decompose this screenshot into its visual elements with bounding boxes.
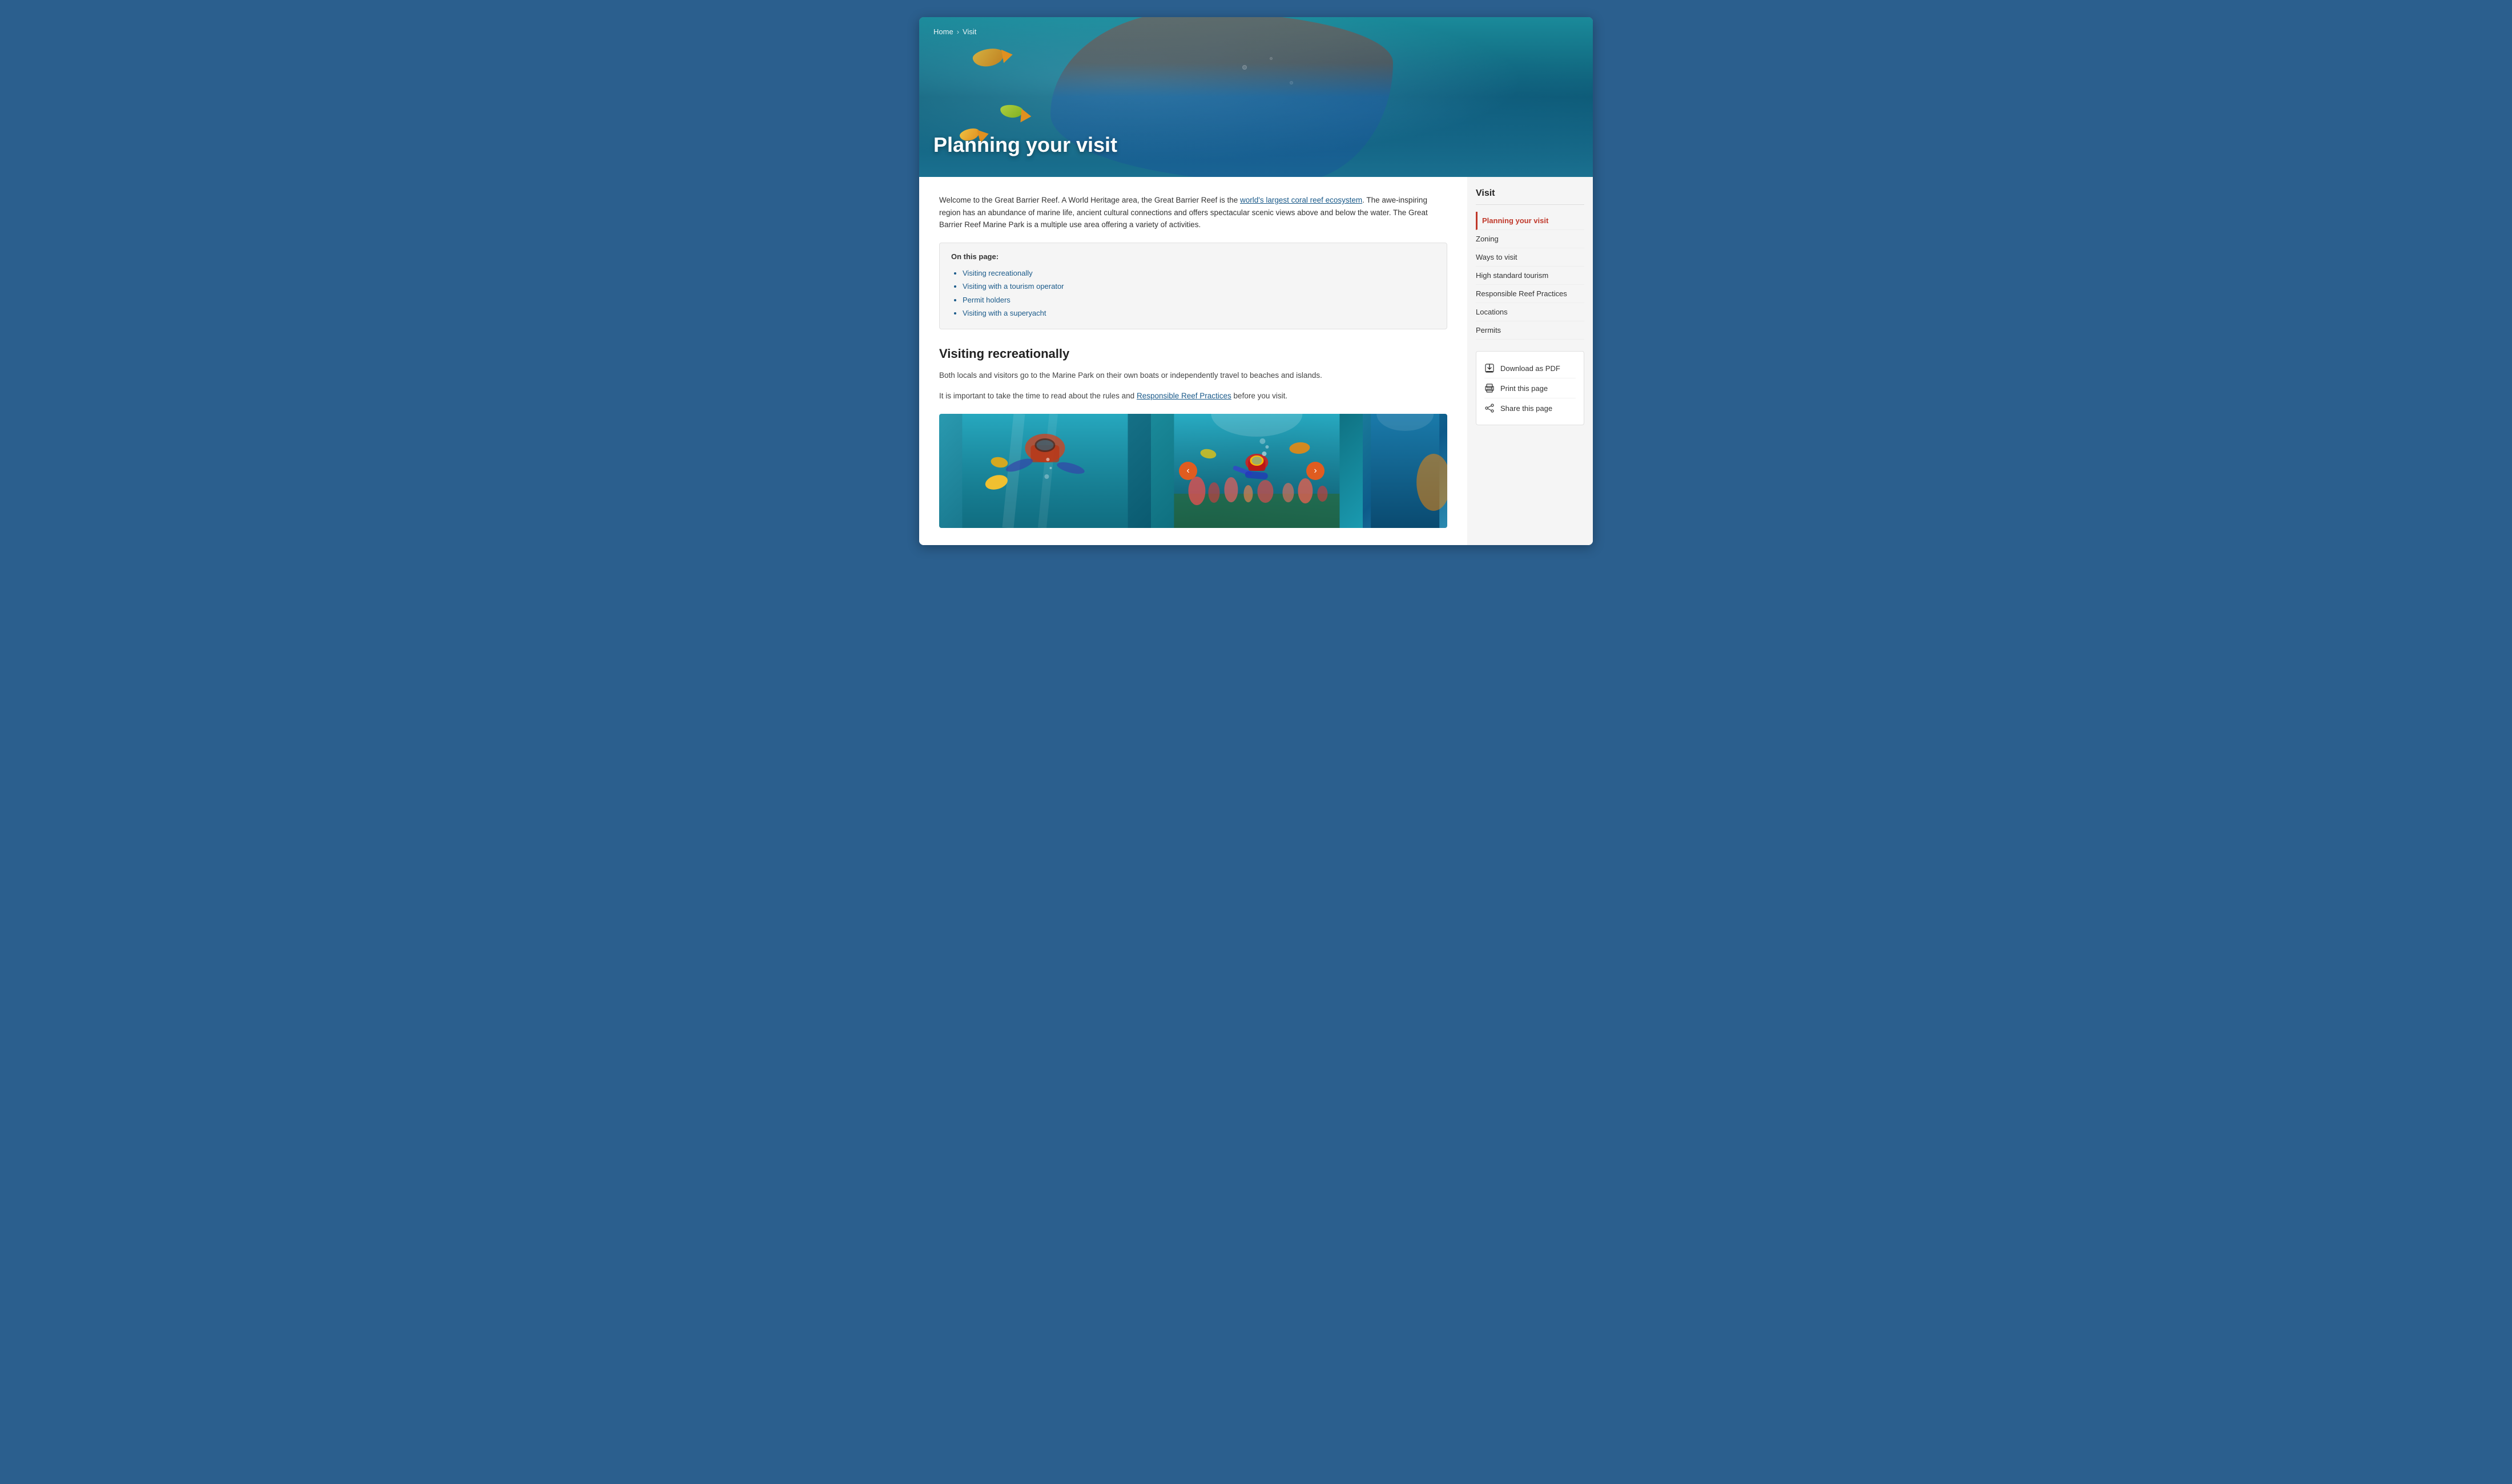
rrp-link[interactable]: Responsible Reef Practices — [1137, 392, 1231, 400]
sidebar-item-locations[interactable]: Locations — [1476, 303, 1584, 321]
gallery-svg-1 — [939, 414, 1151, 528]
sidebar-item-ways-to-visit[interactable]: Ways to visit — [1476, 248, 1584, 267]
sidebar-actions-box: Download as PDF Print this page — [1476, 351, 1584, 425]
print-page-label: Print this page — [1500, 384, 1548, 393]
on-page-link-1[interactable]: Visiting recreationally — [963, 269, 1033, 277]
on-page-item-1[interactable]: Visiting recreationally — [963, 267, 1435, 280]
print-icon — [1484, 383, 1495, 393]
on-page-list: Visiting recreationally Visiting with a … — [951, 267, 1435, 320]
print-page-action[interactable]: Print this page — [1484, 378, 1576, 398]
on-page-item-2[interactable]: Visiting with a tourism operator — [963, 280, 1435, 293]
bubble-2 — [1270, 57, 1273, 60]
rrp-text-1: It is important to take the time to read… — [939, 392, 1137, 400]
gallery-image-1 — [939, 414, 1151, 528]
hero-section: Home › Visit Planning your visit — [919, 17, 1593, 177]
image-gallery: ‹ — [939, 414, 1447, 528]
main-content: Welcome to the Great Barrier Reef. A Wor… — [919, 177, 1593, 545]
rrp-text-3: before you visit. — [1231, 392, 1287, 400]
download-pdf-action[interactable]: Download as PDF — [1484, 358, 1576, 378]
breadcrumb-current: Visit — [963, 27, 976, 36]
on-page-label: On this page: — [951, 252, 1435, 261]
on-page-link-3[interactable]: Permit holders — [963, 296, 1011, 304]
on-page-item-4[interactable]: Visiting with a superyacht — [963, 307, 1435, 320]
intro-text-1: Welcome to the Great Barrier Reef. A Wor… — [939, 196, 1240, 204]
breadcrumb-home-link[interactable]: Home — [933, 27, 953, 36]
sidebar-item-zoning[interactable]: Zoning — [1476, 230, 1584, 248]
gallery-next-button[interactable]: › — [1306, 462, 1325, 480]
on-page-box: On this page: Visiting recreationally Vi… — [939, 243, 1447, 330]
visiting-recreationally-heading: Visiting recreationally — [939, 346, 1447, 361]
visiting-recreationally-text-1: Both locals and visitors go to the Marin… — [939, 369, 1447, 382]
content-area: Welcome to the Great Barrier Reef. A Wor… — [919, 177, 1467, 545]
on-page-link-2[interactable]: Visiting with a tourism operator — [963, 282, 1064, 291]
on-page-link-4[interactable]: Visiting with a superyacht — [963, 309, 1046, 317]
download-pdf-label: Download as PDF — [1500, 364, 1560, 373]
share-icon — [1484, 403, 1495, 413]
breadcrumb-separator: › — [957, 27, 959, 36]
share-page-label: Share this page — [1500, 404, 1552, 413]
breadcrumb: Home › Visit — [933, 27, 976, 36]
page-wrapper: Home › Visit Planning your visit Welcome… — [919, 17, 1593, 545]
visiting-recreationally-text-2: It is important to take the time to read… — [939, 390, 1447, 402]
sidebar-item-permits[interactable]: Permits — [1476, 321, 1584, 340]
gallery-prev-button[interactable]: ‹ — [1179, 462, 1197, 480]
gallery-image-3 — [1363, 414, 1447, 528]
on-page-item-3[interactable]: Permit holders — [963, 293, 1435, 307]
sidebar: Visit Planning your visit Zoning Ways to… — [1467, 177, 1593, 545]
bubble-3 — [1290, 81, 1293, 84]
sidebar-item-planning-your-visit[interactable]: Planning your visit — [1476, 212, 1584, 230]
sidebar-item-responsible-reef-practices[interactable]: Responsible Reef Practices — [1476, 285, 1584, 303]
coral-reef-link[interactable]: world's largest coral reef ecosystem — [1240, 196, 1362, 204]
intro-paragraph: Welcome to the Great Barrier Reef. A Wor… — [939, 194, 1447, 231]
gallery-svg-3 — [1363, 414, 1447, 528]
sidebar-item-high-standard-tourism[interactable]: High standard tourism — [1476, 267, 1584, 285]
sidebar-title: Visit — [1476, 188, 1584, 205]
hero-title: Planning your visit — [933, 133, 1117, 157]
share-page-action[interactable]: Share this page — [1484, 398, 1576, 418]
download-icon — [1484, 363, 1495, 373]
